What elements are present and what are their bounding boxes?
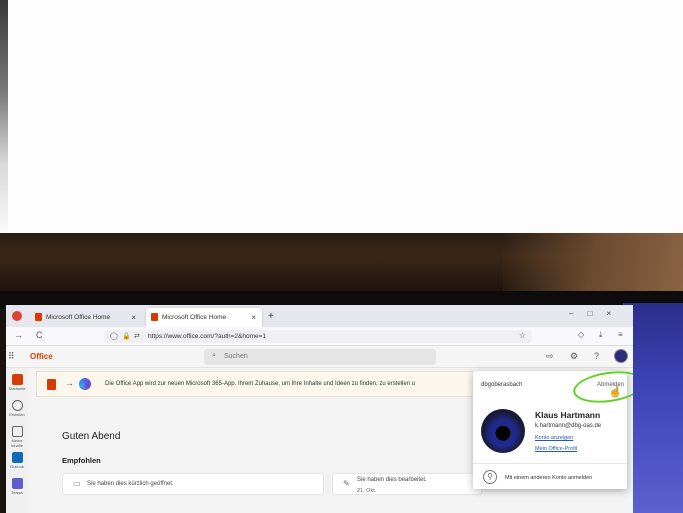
search-icon: ⌕ [212, 352, 216, 359]
rail-label: Teams [11, 490, 23, 495]
browser-tab-2[interactable]: Microsoft Office Home × [146, 308, 262, 327]
account-avatar[interactable] [614, 349, 628, 363]
section-title: Empfohlen [62, 456, 101, 465]
close-icon[interactable]: × [131, 313, 136, 322]
pocket-icon[interactable]: ◇ [578, 330, 584, 339]
tab-title: Microsoft Office Home [46, 314, 111, 321]
recommended-card[interactable]: ▭ Sie haben dies kürzlich geöffnet. [62, 473, 324, 495]
rail-item-create[interactable]: Erstellen [6, 400, 28, 417]
feedback-icon[interactable]: ⇨ [546, 351, 554, 362]
firefox-icon[interactable] [12, 311, 22, 321]
browser-tab-bar: Microsoft Office Home × Microsoft Office… [6, 305, 633, 327]
teams-icon [11, 478, 23, 489]
lock-icon[interactable]: 🔒 [122, 332, 131, 340]
office-logo-icon [47, 379, 56, 390]
bookmark-star-icon[interactable]: ☆ [519, 331, 526, 340]
page-title: Guten Abend [62, 431, 121, 442]
account-email: k.hartmann@dbg-oas.de [535, 423, 602, 429]
url-text[interactable]: https://www.office.com/?auth=2&home=1 [148, 333, 266, 340]
office-logo-icon [151, 313, 158, 321]
download-icon[interactable]: ⤓ [599, 330, 603, 340]
office-logo-icon [35, 313, 42, 321]
account-name: Klaus Hartmann [535, 410, 601, 420]
shield-icon[interactable]: ◯ [110, 332, 118, 340]
address-bar[interactable]: ◯ 🔒 ⇄ https://www.office.com/?auth=2&hom… [104, 330, 532, 343]
left-edge-strip [0, 0, 8, 233]
app-launcher-icon[interactable]: ⠿ [8, 351, 15, 362]
gear-icon[interactable]: ⚙ [570, 351, 578, 362]
help-icon[interactable]: ? [594, 351, 599, 361]
divider [473, 463, 627, 464]
person-icon[interactable]: ⚲ [483, 470, 497, 484]
left-app-rail: Startseite Erstellen Meine Inhalte Outlo… [6, 368, 28, 513]
browser-nav-bar: → C ◯ 🔒 ⇄ https://www.office.com/?auth=2… [6, 327, 633, 346]
rail-item-outlook[interactable]: Outlook [6, 452, 28, 469]
search-placeholder: Suchen [224, 353, 248, 360]
blank-white-area [0, 0, 683, 233]
organization-name: dbgoberasbach [481, 382, 523, 388]
search-box[interactable]: ⌕ Suchen [204, 349, 436, 365]
avatar[interactable] [481, 409, 525, 453]
close-icon[interactable]: × [251, 313, 256, 322]
rail-label: Startseite [8, 386, 26, 391]
rail-item-teams[interactable]: Teams [6, 478, 28, 495]
hand-cursor-icon: ☝ [609, 387, 622, 398]
outlook-icon [11, 452, 23, 463]
card-text: Sie haben dies bearbeitet. [357, 477, 427, 483]
card-text: Sie haben dies kürzlich geöffnet. [87, 481, 174, 487]
forward-icon[interactable]: → [14, 330, 23, 340]
plus-icon [11, 400, 23, 411]
new-tab-button[interactable]: + [268, 311, 274, 322]
card-date: 21. Okt. [357, 488, 377, 494]
recommended-card[interactable]: ✎ Sie haben dies bearbeitet. 21. Okt. [332, 473, 482, 495]
microsoft-365-icon [79, 378, 91, 390]
rail-label: Meine Inhalte [10, 438, 23, 448]
reload-icon[interactable]: C [36, 330, 43, 340]
rail-label: Erstellen [9, 412, 25, 417]
pencil-icon: ✎ [343, 479, 350, 488]
office-profile-link[interactable]: Mein Office-Profil [535, 446, 577, 452]
account-popup: dbgoberasbach Abmelden ☝ Klaus Hartmann … [473, 367, 633, 489]
photo-background: Microsoft Office Home × Microsoft Office… [0, 233, 683, 513]
rail-label: Outlook [10, 464, 24, 469]
home-icon [11, 374, 23, 385]
office-header: ⠿ Office ⌕ Suchen ⇨ ⚙ ? [6, 346, 633, 368]
tab-title: Microsoft Office Home [162, 314, 227, 321]
permissions-icon[interactable]: ⇄ [134, 332, 140, 340]
other-account-link[interactable]: Mit einem anderen Konto anmelden [505, 475, 592, 481]
office-app-name[interactable]: Office [30, 352, 53, 361]
view-account-link[interactable]: Konto anzeigen [535, 435, 573, 441]
rail-item-my-content[interactable]: Meine Inhalte [6, 426, 28, 448]
wood-highlight [503, 233, 683, 291]
browser-tab-1[interactable]: Microsoft Office Home × [30, 308, 142, 327]
folder-icon: ▭ [73, 479, 81, 488]
window-controls[interactable]: –□× [569, 309, 625, 318]
menu-icon[interactable]: ≡ [618, 330, 623, 339]
monitor-screen: Microsoft Office Home × Microsoft Office… [6, 305, 633, 513]
arrow-right-icon: → [65, 378, 74, 388]
rail-item-home[interactable]: Startseite [6, 374, 28, 391]
folder-icon [11, 426, 23, 437]
banner-text: Die Office App wird zur neuen Microsoft … [105, 381, 416, 387]
green-annotation-circle [571, 367, 633, 407]
m365-banner: → Die Office App wird zur neuen Microsof… [36, 371, 476, 397]
